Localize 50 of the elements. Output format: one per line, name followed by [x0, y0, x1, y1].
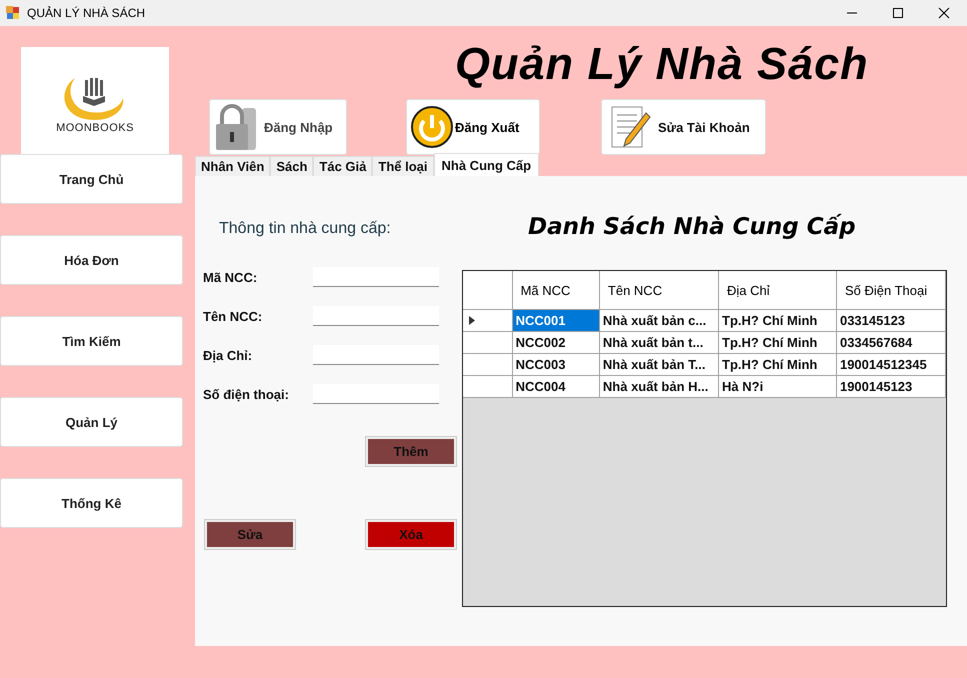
input-field[interactable]	[313, 345, 439, 365]
tab[interactable]: Nhân Viên	[195, 156, 270, 176]
tab[interactable]: Thể loại	[372, 156, 434, 176]
table-cell: Hà N?i	[718, 376, 836, 398]
toolbar-button[interactable]: Đăng Xuất	[406, 99, 540, 155]
tab[interactable]: Sách	[270, 156, 314, 176]
logo: MOONBOOKS	[21, 47, 169, 157]
toolbar-button[interactable]: Sửa Tài Khoản	[601, 99, 766, 155]
list-title: Danh Sách Nhà Cung Cấp	[528, 214, 857, 242]
table-cell: Tp.H? Chí Minh	[718, 332, 836, 354]
field-label: Địa Chỉ:	[203, 348, 254, 362]
table-cell: 033145123	[836, 310, 946, 332]
table-cell: Nhà xuất bản T...	[599, 354, 719, 376]
table-cell: NCC001	[512, 310, 600, 332]
table-cell: Tp.H? Chí Minh	[718, 354, 836, 376]
table-cell: NCC004	[512, 376, 600, 398]
power-icon	[411, 106, 453, 148]
table-cell: 190014512345	[836, 354, 946, 376]
form-title: Thông tin nhà cung cấp:	[219, 220, 392, 239]
window-title: QUẢN LÝ NHÀ SÁCH	[27, 6, 146, 20]
field-label: Số điện thoại:	[203, 386, 290, 402]
table-cell: Nhà xuất bản c...	[599, 310, 719, 332]
table-cell: Tp.H? Chí Minh	[718, 310, 836, 332]
table-cell: Nhà xuất bản t...	[599, 332, 719, 354]
nav-button[interactable]: Quản Lý	[0, 397, 183, 447]
column-header[interactable]: Địa Chỉ	[718, 271, 836, 310]
nav-button[interactable]: Tìm Kiếm	[0, 316, 183, 366]
app-title: Quản Lý Nhà Sách	[454, 47, 869, 91]
input-field[interactable]	[313, 306, 439, 326]
nav-button[interactable]: Thống Kê	[0, 478, 183, 528]
table-cell: NCC002	[512, 332, 600, 354]
maximize-icon[interactable]	[892, 7, 904, 19]
column-header[interactable]: Số Điện Thoại	[836, 271, 946, 310]
nav-button[interactable]: Trang Chủ	[0, 154, 183, 204]
close-icon[interactable]	[938, 7, 950, 19]
input-field[interactable]	[313, 267, 439, 287]
table-cell: NCC003	[512, 354, 600, 376]
tab[interactable]: Tác Giả	[313, 156, 372, 176]
table-cell: 1900145123	[836, 376, 946, 398]
table-cell: Nhà xuất bản H...	[599, 376, 719, 398]
tab[interactable]: Nhà Cung Cấp	[434, 153, 540, 176]
toolbar-button[interactable]: Đăng Nhập	[209, 99, 347, 155]
column-header[interactable]: Tên NCC	[599, 271, 719, 310]
current-row-icon	[469, 316, 475, 325]
table-cell: 0334567684	[836, 332, 946, 354]
app-icon	[6, 6, 20, 20]
field-label: Mã NCC:	[203, 270, 258, 284]
input-field[interactable]	[313, 384, 439, 404]
field-label: Tên NCC:	[203, 308, 264, 324]
nav-button[interactable]: Hóa Đơn	[0, 235, 183, 285]
